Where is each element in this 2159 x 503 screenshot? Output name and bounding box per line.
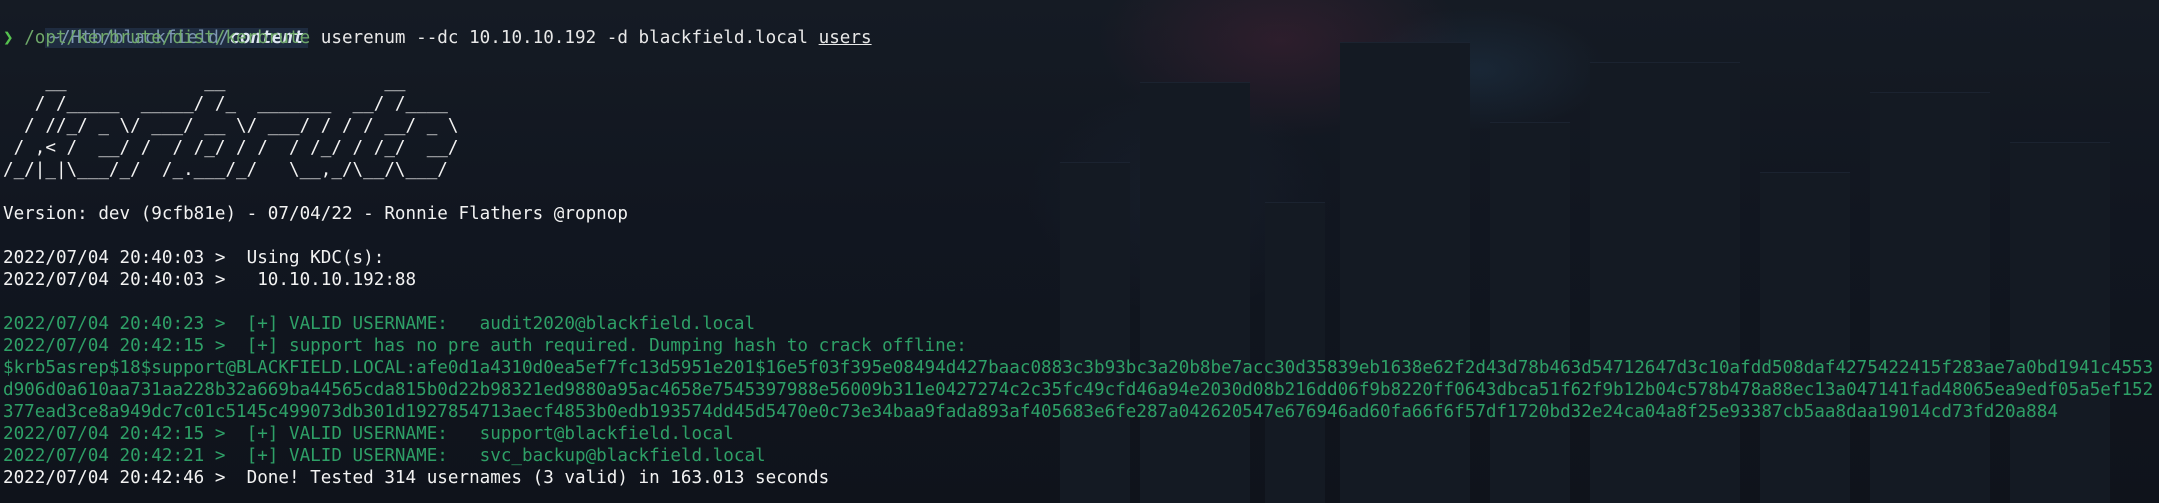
asrep-hash-text: $krb5asrep$18$support@BLACKFIELD.LOCAL:a…: [3, 358, 2154, 422]
terminal-output[interactable]: ~/Htb/blackfield/content ❯ /opt/kerbrute…: [0, 0, 2159, 503]
banner-art-line-5: /_/|_|\___/_/ /_.___/_/ \__,_/\__/\___/: [3, 160, 448, 180]
valid-username-line: 2022/07/04 20:40:23 > [+] VALID USERNAME…: [3, 314, 756, 334]
banner-art-line-3: / //_/ _ \/ ___/ __ \/ ___/ / / / __/ _ …: [3, 116, 459, 136]
kdc-address-line: 2022/07/04 20:40:03 > 10.10.10.192:88: [3, 270, 417, 290]
banner-art-line-1: __ __ __: [3, 72, 406, 92]
version-line: Version: dev (9cfb81e) - 07/04/22 - Ronn…: [3, 204, 628, 224]
kdc-line: 2022/07/04 20:40:03 > Using KDC(s):: [3, 248, 385, 268]
valid-username-line: 2022/07/04 20:42:15 > [+] VALID USERNAME…: [3, 424, 734, 444]
done-summary-line: 2022/07/04 20:42:46 > Done! Tested 314 u…: [3, 468, 830, 488]
command-path: /opt/kerbrute/dist/kerbrute: [24, 28, 311, 48]
prompt-line: ~/Htb/blackfield/content: [3, 5, 2159, 48]
command-args: userenum --dc 10.10.10.192 -d blackfield…: [310, 28, 819, 48]
asrep-notice-line: 2022/07/04 20:42:15 > [+] support has no…: [3, 336, 967, 356]
prompt-arrow-icon: ❯: [3, 28, 14, 48]
banner-art-line-4: / ,< / __/ / / /_/ / / / /_/ / /_/ __/: [3, 138, 459, 158]
command-file-arg: users: [818, 28, 872, 48]
command-line[interactable]: ❯ /opt/kerbrute/dist/kerbrute userenum -…: [3, 27, 2159, 49]
banner-art-line-2: / /_____ _____/ /_ _______ __/ /____: [3, 94, 448, 114]
valid-username-line: 2022/07/04 20:42:21 > [+] VALID USERNAME…: [3, 446, 766, 466]
